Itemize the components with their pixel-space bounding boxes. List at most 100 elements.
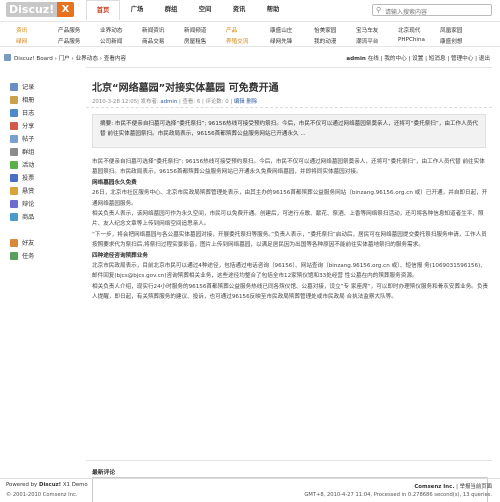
- article-author[interactable]: admin: [160, 99, 177, 105]
- sidebar-label: 悬赏: [22, 188, 35, 195]
- divider: [86, 107, 492, 108]
- nav-item[interactable]: 首页: [86, 0, 120, 20]
- article-meta: 2010-3-28 12:05| 发布者: admin | 查看: 6 | 评论…: [92, 97, 257, 105]
- sidebar-item[interactable]: 任务: [10, 249, 80, 262]
- sidebar-label: 分享: [22, 123, 35, 130]
- subnav-link[interactable]: 我的动漫: [314, 37, 336, 45]
- search-icon: ⚲: [376, 6, 382, 14]
- subnav-link[interactable]: PHPChina: [398, 37, 425, 43]
- subnav-link[interactable]: 房屋租售: [184, 37, 206, 45]
- subnav-link[interactable]: 新闻频道: [184, 26, 206, 34]
- subnav-link[interactable]: 康盛山庄: [270, 26, 292, 34]
- sidebar-label: 任务: [22, 253, 35, 260]
- subnav-link[interactable]: 绿网先锋: [270, 37, 292, 45]
- username[interactable]: admin: [346, 56, 366, 62]
- sidebar-item[interactable]: 群组: [10, 145, 80, 158]
- nav-item[interactable]: 帮助: [256, 0, 290, 20]
- paragraph: 26日，北京市社区服务中心、北京市民政局殡葬管理处表示，由其主办的96156首都…: [92, 190, 488, 207]
- paragraph: 相关负责人介绍，现实行24小时服务的96156首都殡葬公益服务热线已同各殡仪馆、…: [92, 283, 489, 301]
- search-input[interactable]: ⚲ 请输入搜索内容: [372, 4, 492, 16]
- sidebar-icon: [10, 212, 18, 221]
- discuz-logo[interactable]: Discuz! X: [6, 2, 74, 17]
- sidebar-icon: [10, 238, 18, 247]
- delete-link[interactable]: 删除: [246, 99, 257, 105]
- main-nav: 首页 广场 群组 空间 资讯 帮助: [86, 0, 290, 20]
- subnav-link[interactable]: 宝马车友: [356, 26, 378, 34]
- subnav-link[interactable]: 产品服务: [58, 26, 80, 34]
- sidebar-label: 日志: [22, 110, 35, 117]
- subnav-link[interactable]: 新闻资讯: [142, 26, 164, 34]
- sidebar-label: 辩论: [22, 201, 35, 208]
- powered-link[interactable]: Discuz!: [39, 482, 61, 488]
- sidebar-icon: [10, 121, 18, 130]
- sidebar-item[interactable]: 辩论: [10, 197, 80, 210]
- paragraph: 北京市民政局表示，目前北京市民可以通过4种途径，包括通过电话咨询（96156）、…: [92, 263, 486, 280]
- article-body: 市民不便亲自扫墓可选择“委托祭扫”; 96156热线可接受预约祭扫。今后，市民不…: [92, 157, 490, 303]
- user-links-text[interactable]: 在线 | 我的中心 | 设置 | 短消息 | 管理中心 | 退出: [368, 56, 490, 62]
- sidebar-icon: [10, 160, 18, 169]
- sidebar-icon: [10, 186, 18, 195]
- sidebar-label: 帖子: [22, 136, 35, 143]
- subnav-link[interactable]: 产品: [226, 26, 237, 34]
- user-links[interactable]: admin 在线 | 我的中心 | 设置 | 短消息 | 管理中心 | 退出: [346, 54, 490, 62]
- sub-nav: 资讯 产品服务 业界动态 新闻资讯 新闻频道 产品 康盛山庄 怡美家园 宝马车友 北京现代 凤凰家园…: [0, 21, 500, 47]
- article-panel: 北京“网络墓园”对接实体墓园 可免费开通 2010-3-28 12:05| 发布…: [86, 67, 492, 502]
- sidebar-item[interactable]: 记录: [10, 80, 80, 93]
- subnav-link[interactable]: 商品交易: [142, 37, 164, 45]
- nav-item[interactable]: 空间: [188, 0, 222, 20]
- subnav-link[interactable]: 业界动态: [100, 26, 122, 34]
- top-header: Discuz! X 首页 广场 群组 空间 资讯 帮助 ⚲ 请输入搜索内容: [0, 0, 500, 20]
- subnav-link[interactable]: 康盛创想: [440, 37, 462, 45]
- subnav-link[interactable]: 公司新闻: [100, 37, 122, 45]
- edit-link[interactable]: 编辑: [234, 99, 245, 105]
- sidebar-icon: [10, 147, 18, 156]
- subnav-link[interactable]: 产品服务: [58, 37, 80, 45]
- sidebar-icon: [10, 108, 18, 117]
- nav-item[interactable]: 资讯: [222, 0, 256, 20]
- subnav-link[interactable]: 潮流平台: [356, 37, 378, 45]
- comments-heading: 最新评论: [92, 470, 116, 476]
- sidebar-item[interactable]: 悬赏: [10, 184, 80, 197]
- sidebar-item[interactable]: 分享: [10, 119, 80, 132]
- sidebar-item[interactable]: 日志: [10, 106, 80, 119]
- sidebar-item[interactable]: 商品: [10, 210, 80, 223]
- subnav-category[interactable]: 绿网: [16, 37, 27, 45]
- nav-item[interactable]: 广场: [120, 0, 154, 20]
- subnav-link[interactable]: 凤凰家园: [440, 26, 462, 34]
- sidebar-label: 商品: [22, 214, 35, 221]
- sidebar-item[interactable]: 相册: [10, 93, 80, 106]
- breadcrumb: Discuz! Board › 门户 › 业界动态 › 查看内容 admin 在…: [0, 53, 500, 63]
- sidebar-label: 好友: [22, 240, 35, 247]
- footer-links: Comsenz Inc. | 举报当前页面: [414, 482, 492, 490]
- sidebar-label: 记录: [22, 84, 35, 91]
- sidebar-item[interactable]: 投票: [10, 171, 80, 184]
- subnav-category[interactable]: 资讯: [16, 26, 27, 34]
- powered-by: Powered by Discuz! X1 Demo: [6, 482, 88, 488]
- sidebar-item[interactable]: 好友: [10, 236, 80, 249]
- article-summary: 摘要: 市民不便亲自扫墓可选择“委托祭扫”; 96156热线可接受预约祭扫。今后…: [92, 114, 486, 148]
- paragraph: “下一步，将会把网络墓园与各公墓实体墓园对接，开展委托祭扫等服务。”负责人表示，…: [92, 231, 487, 249]
- copyright: © 2001-2010 Comsenz Inc.: [6, 492, 78, 498]
- home-icon[interactable]: [4, 54, 11, 61]
- paragraph: 市民不便亲自扫墓可选择“委托祭扫”; 96156热线可接受预约祭扫。今后，市民不…: [92, 159, 485, 176]
- subnav-link[interactable]: 怡美家园: [314, 26, 336, 34]
- breadcrumb-path[interactable]: Discuz! Board › 门户 › 业界动态 › 查看内容: [14, 54, 126, 62]
- sidebar-item[interactable]: 帖子: [10, 132, 80, 145]
- section-heading: 网络墓园永久免费: [92, 179, 137, 186]
- sidebar-label: 活动: [22, 162, 35, 169]
- sidebar-label: 相册: [22, 97, 35, 104]
- section-heading: 四种途径咨询殡葬业务: [92, 252, 148, 259]
- subnav-link[interactable]: 北京现代: [398, 26, 420, 34]
- logo-text: Discuz!: [9, 3, 55, 16]
- sidebar-icon: [10, 82, 18, 91]
- sidebar-icon: [10, 251, 18, 260]
- report-link[interactable]: | 举报当前页面: [454, 484, 492, 490]
- sidebar-item[interactable]: 活动: [10, 158, 80, 171]
- nav-item[interactable]: 群组: [154, 0, 188, 20]
- subnav-link[interactable]: 养殖交流: [226, 37, 248, 45]
- article-stats: | 查看: 6 | 评论数: 0 |: [177, 99, 234, 105]
- paragraph: 相关负责人表示，该网络墓园可作为永久空间，市民可以免费开通。创建后，可进行点歌、…: [92, 211, 484, 228]
- company-link[interactable]: Comsenz Inc.: [414, 484, 454, 490]
- author-prefix: | 发布者:: [137, 99, 161, 105]
- search-placeholder: 请输入搜索内容: [385, 9, 428, 16]
